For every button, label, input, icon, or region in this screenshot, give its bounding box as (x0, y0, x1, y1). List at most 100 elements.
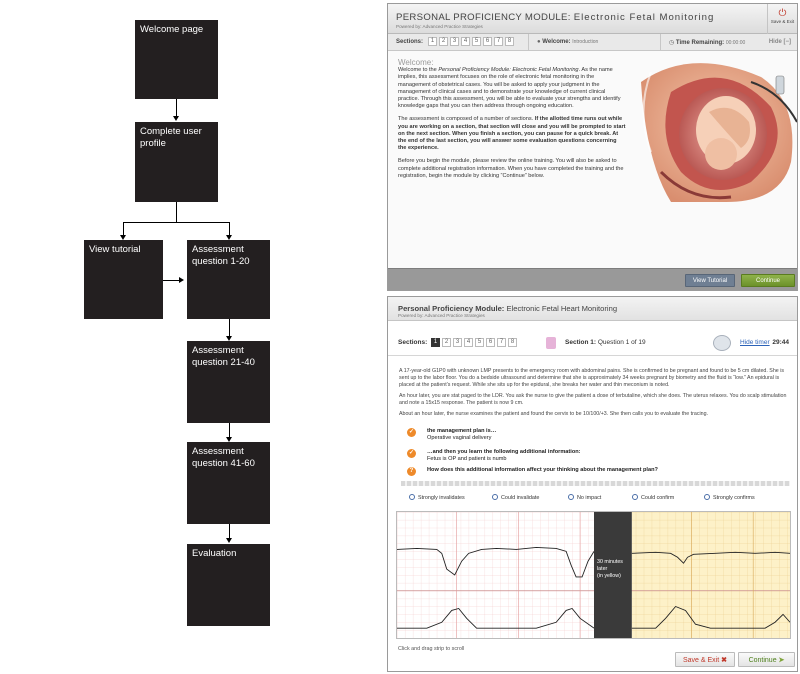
sections-label: Sections: (398, 339, 428, 346)
section-tab-4[interactable]: 4 (464, 338, 473, 347)
flow-arrowhead (173, 116, 179, 121)
flow-node-q41-60: Assessment question 41-60 (187, 442, 270, 524)
drag-hint: Click and drag strip to scroll (398, 646, 465, 652)
radio-icon (632, 494, 638, 500)
flow-arrowhead (226, 538, 232, 543)
option-strongly-invalidates[interactable]: Strongly invalidates (409, 494, 465, 501)
case-paragraph-2: An hour later, you are stat paged to the… (399, 393, 787, 406)
flow-connector (176, 202, 177, 222)
continue-button[interactable]: Continue ➤ (738, 652, 795, 667)
flow-node-welcome: Welcome page (135, 20, 218, 99)
welcome-paragraph-3: Before you begin the module, please revi… (398, 158, 624, 179)
section-tabs: 12345678 (431, 338, 519, 347)
save-exit-label: Save & Exit (682, 657, 720, 664)
time-gap-label: 30 minutes later (in yellow) (597, 559, 623, 579)
continue-button[interactable]: Continue (741, 274, 795, 287)
step-1-label: the management plan is… (427, 428, 497, 434)
checkmark-icon: ✓ (407, 428, 416, 437)
checkmark-icon: ✓ (407, 449, 416, 458)
flow-connector (229, 423, 230, 438)
section-tab-1[interactable]: 1 (431, 338, 440, 347)
view-tutorial-button[interactable]: View Tutorial (685, 274, 735, 287)
section-tab-1[interactable]: 1 (428, 37, 437, 46)
section-tab-7[interactable]: 7 (494, 37, 503, 46)
flow-connector (123, 222, 124, 235)
flow-node-q1-20: Assessment question 1-20 (187, 240, 270, 319)
flow-node-tutorial: View tutorial (84, 240, 163, 319)
section-question-count: Question 1 of 19 (597, 339, 646, 346)
radio-icon (409, 494, 415, 500)
flow-arrowhead (179, 277, 184, 283)
module-header: PERSONAL PROFICIENCY MODULE: Electronic … (388, 4, 797, 34)
section-tab-2[interactable]: 2 (439, 37, 448, 46)
flow-connector (229, 222, 230, 235)
welcome-label: Welcome: (542, 39, 571, 45)
flow-connector (176, 99, 177, 117)
case-description: A 17-year-old G1P0 with unknown LMP pres… (399, 368, 791, 422)
welcome-paragraph-2: The assessment is composed of a number o… (398, 116, 626, 152)
step-2-label: …and then you learn the following additi… (427, 449, 581, 455)
question-screen: Personal Proficiency Module: Electronic … (387, 296, 798, 672)
close-icon: ✖ (721, 657, 727, 664)
option-could-confirm[interactable]: Could confirm (632, 494, 674, 501)
hide-timer-link[interactable]: Hide timer (740, 339, 770, 346)
step-2-value: Fetus is OP and patient is numb (427, 455, 507, 462)
option-no-impact[interactable]: No impact (568, 494, 601, 501)
section-tab-5[interactable]: 5 (475, 338, 484, 347)
welcome-text: Welcome: Welcome to the Personal Profici… (398, 58, 626, 186)
case-paragraph-3: About an hour later, the nurse examines … (399, 411, 709, 417)
flow-node-evaluation: Evaluation (187, 544, 270, 626)
section-icon (546, 337, 556, 349)
section-bar: Sections: 12345678 Section 1: Question 1… (388, 330, 797, 356)
save-exit-button[interactable]: Save & Exit ✖ (675, 652, 735, 667)
radio-icon (704, 494, 710, 500)
flow-connector (229, 524, 230, 539)
step-3-question: How does this additional information aff… (427, 467, 658, 473)
question-icon: ? (407, 467, 416, 476)
section-bar: Sections: 12345678 ● Welcome: Introducti… (388, 34, 797, 51)
section-tabs: 12345678 (428, 37, 516, 46)
person-icon: ● (537, 39, 541, 45)
section-tab-8[interactable]: 8 (505, 37, 514, 46)
save-exit-button[interactable]: ⏻ Save & Exit (767, 4, 797, 34)
continue-label: Continue (755, 278, 781, 284)
flow-connector (123, 222, 230, 223)
clock-icon: ◷ (669, 40, 675, 46)
timer-value: 29:44 (772, 339, 789, 346)
welcome-heading: Welcome: (398, 58, 434, 67)
section-tab-5[interactable]: 5 (472, 37, 481, 46)
module-title: PERSONAL PROFICIENCY MODULE: Electronic … (396, 12, 714, 23)
timer-clock-icon (713, 335, 731, 351)
powered-by: Powered by: Advanced Practice Strategies (396, 24, 483, 29)
section-tab-2[interactable]: 2 (442, 338, 451, 347)
fetal-heart-tracing-strip[interactable] (396, 511, 791, 639)
flow-node-q21-40: Assessment question 21-40 (187, 341, 270, 423)
composite-figure: Welcome page Complete user profile View … (0, 0, 800, 674)
module-title-prefix: PERSONAL PROFICIENCY MODULE: (396, 12, 571, 23)
section-label: Section 1: (565, 339, 597, 346)
section-tab-6[interactable]: 6 (483, 37, 492, 46)
welcome-value: Introduction (572, 39, 599, 45)
module-title-main: Electronic Fetal Heart Monitoring (506, 304, 618, 313)
flow-connector (229, 319, 230, 337)
radio-icon (568, 494, 574, 500)
module-title-prefix: Personal Proficiency Module: (398, 304, 505, 313)
continue-label: Continue (748, 657, 777, 664)
response-scale (401, 481, 790, 486)
section-tab-3[interactable]: 3 (453, 338, 462, 347)
save-exit-label: Save & Exit (770, 19, 795, 24)
section-tab-6[interactable]: 6 (486, 338, 495, 347)
section-tab-3[interactable]: 3 (450, 37, 459, 46)
option-could-invalidate[interactable]: Could invalidate (492, 494, 539, 501)
option-strongly-confirms[interactable]: Strongly confirms (704, 494, 755, 501)
module-title-main: Electronic Fetal Monitoring (573, 12, 715, 23)
hide-timer-toggle[interactable]: Hide [−] (769, 39, 791, 45)
time-remaining: ◷ Time Remaining: 00:00:00 (660, 34, 760, 50)
section-tab-8[interactable]: 8 (508, 338, 517, 347)
fetal-monitoring-illustration (641, 63, 797, 202)
welcome-status: ● Welcome: Introduction (528, 34, 658, 50)
time-remaining-value: 00:00:00 (725, 40, 746, 46)
welcome-footer: View Tutorial Continue (388, 268, 797, 290)
section-tab-4[interactable]: 4 (461, 37, 470, 46)
section-tab-7[interactable]: 7 (497, 338, 506, 347)
